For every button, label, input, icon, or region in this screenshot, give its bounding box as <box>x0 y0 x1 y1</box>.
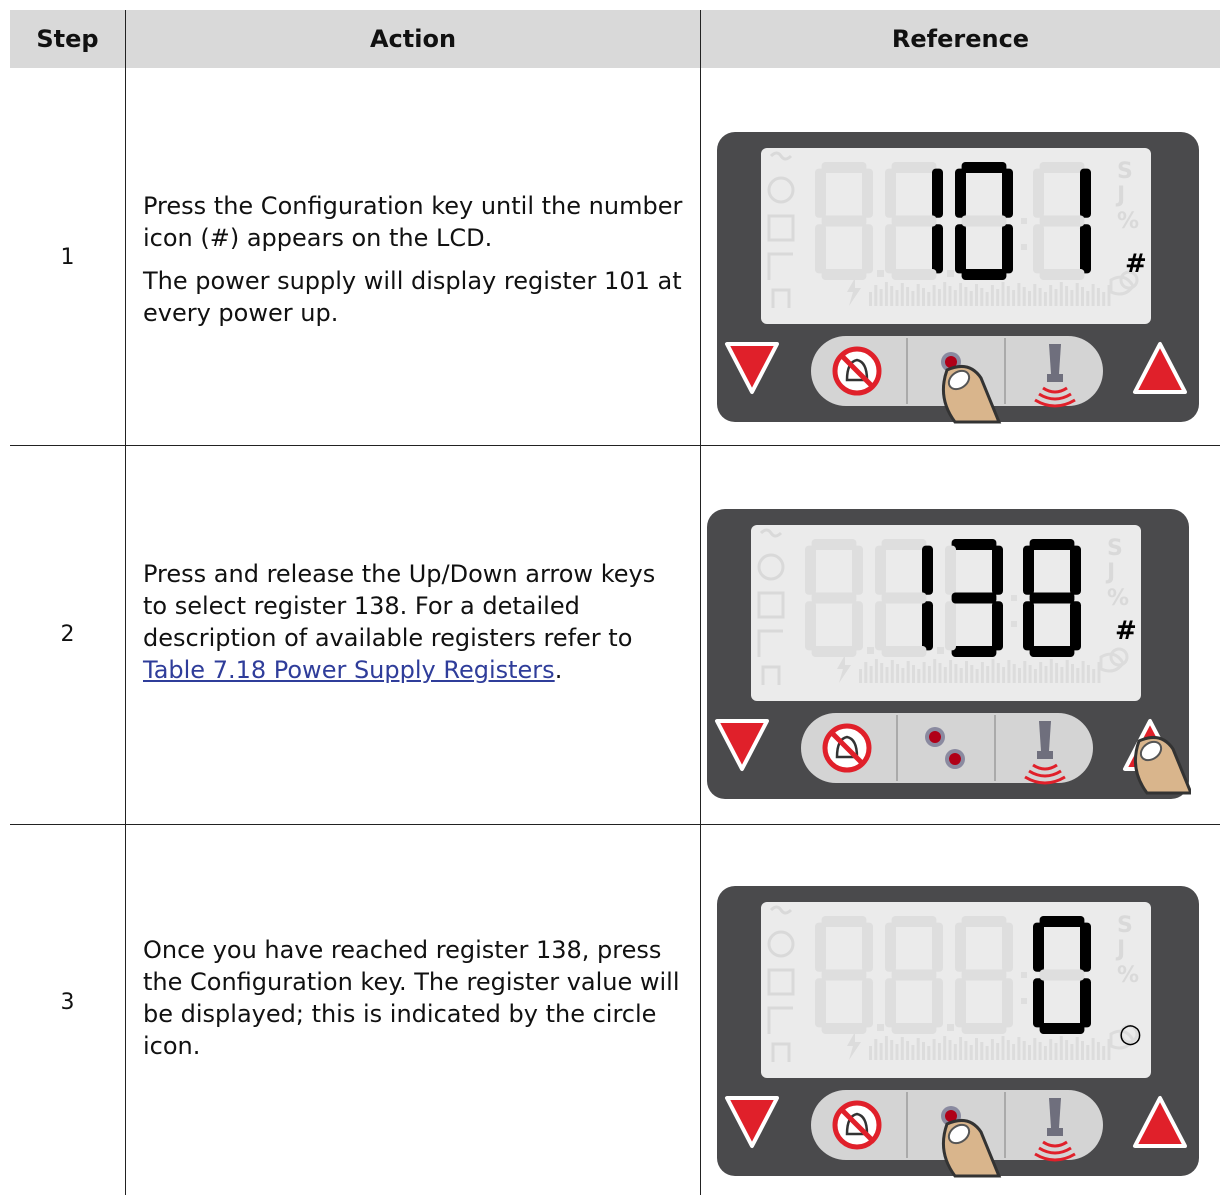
lcd-ghost-label: J <box>1115 183 1125 208</box>
action-text: Press and release the Up/Down arrow keys… <box>143 558 683 697</box>
row-divider <box>10 445 1220 446</box>
action-text: Press the Configuration key until the nu… <box>143 190 683 340</box>
number-indicator-icon: # <box>1115 616 1137 646</box>
step-number: 3 <box>60 990 75 1015</box>
step-number: 1 <box>60 245 75 270</box>
power-supply-panel-step-1: SJ% # <box>717 132 1199 424</box>
power-supply-panel-step-2: SJ% # <box>707 509 1191 799</box>
lcd-ghost-label: S <box>1117 159 1133 184</box>
alarm-mute-button[interactable] <box>822 723 872 773</box>
number-indicator-icon: # <box>1125 249 1147 279</box>
action-paragraph-end: . <box>554 656 563 684</box>
action-paragraph: Once you have reached register 138, pres… <box>143 936 680 1060</box>
procedure-table: Step Action Reference 1 Press the Config… <box>10 10 1220 1195</box>
column-divider <box>125 10 126 1195</box>
lcd-ghost-label: J <box>1115 937 1125 962</box>
action-text: Once you have reached register 138, pres… <box>143 934 683 1073</box>
action-paragraph: Press the Configuration key until the nu… <box>143 192 683 252</box>
lcd-ghost-label: % <box>1107 586 1129 611</box>
power-supply-panel-step-3: SJ% ○ <box>717 886 1199 1178</box>
row-divider <box>10 824 1220 825</box>
action-paragraph: The power supply will display register 1… <box>143 267 682 327</box>
power-supply-registers-link[interactable]: Table 7.18 Power Supply Registers <box>143 656 555 684</box>
column-divider <box>700 10 701 1195</box>
lcd-ghost-label: J <box>1105 560 1115 585</box>
alarm-mute-button[interactable] <box>832 1100 882 1150</box>
header-reference: Reference <box>701 10 1220 68</box>
lcd-ghost-label: % <box>1117 209 1139 234</box>
circle-indicator-icon: ○ <box>1119 1019 1142 1049</box>
step-number: 2 <box>60 622 75 647</box>
header-action: Action <box>126 10 700 68</box>
header-step: Step <box>10 10 125 68</box>
alarm-mute-button[interactable] <box>832 346 882 396</box>
action-paragraph: Press and release the Up/Down arrow keys… <box>143 560 656 652</box>
lcd-ghost-label: S <box>1117 913 1133 938</box>
lcd-ghost-label: % <box>1117 963 1139 988</box>
lcd-ghost-label: S <box>1107 536 1123 561</box>
